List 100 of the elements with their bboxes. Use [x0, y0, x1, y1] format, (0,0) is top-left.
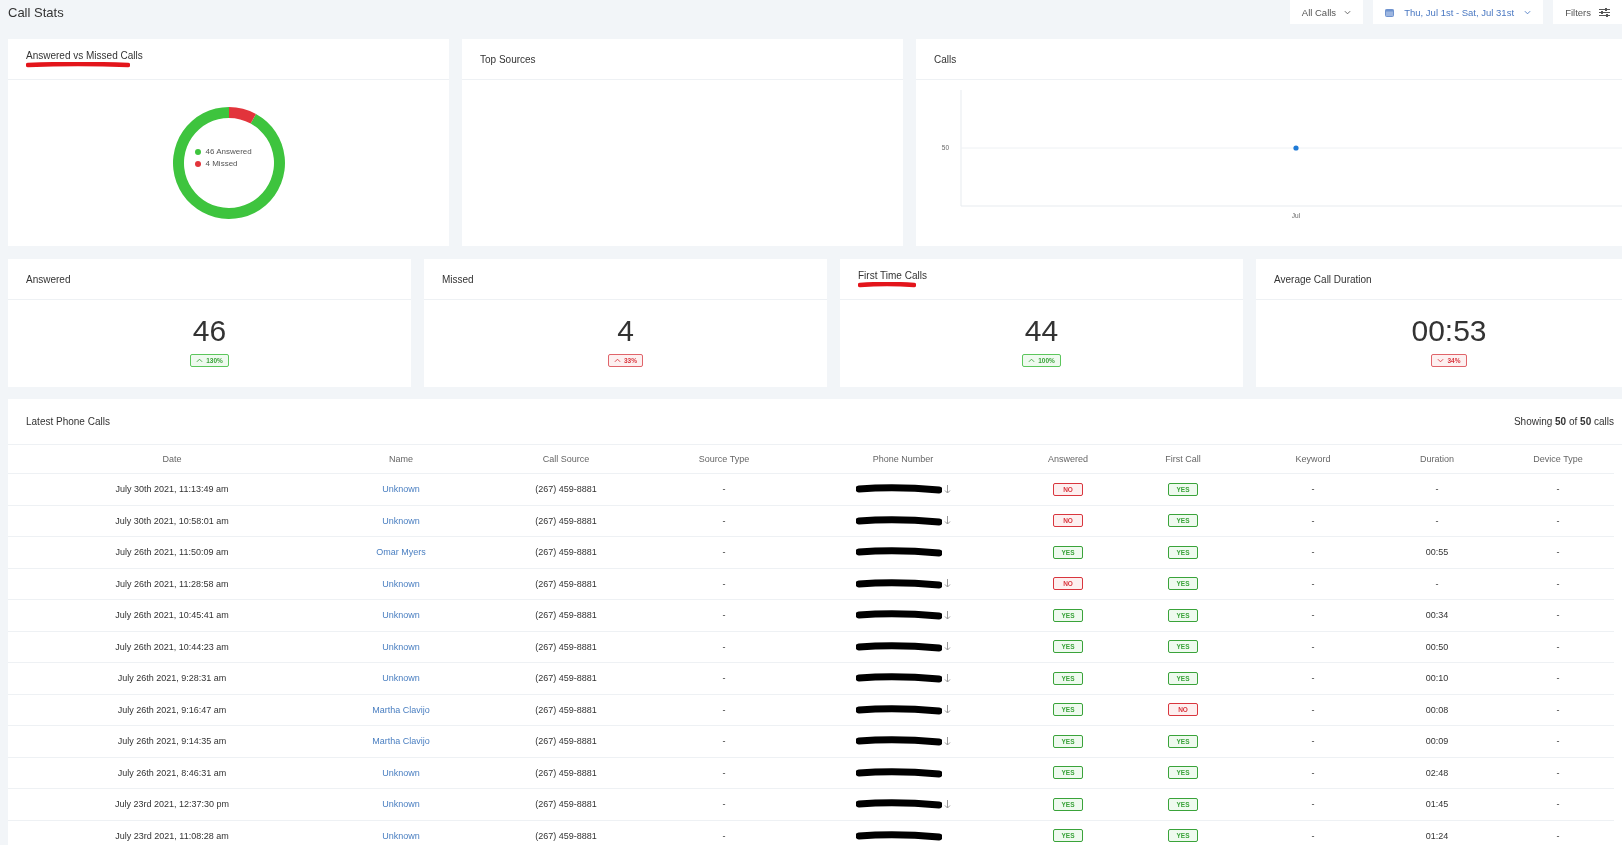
column-header[interactable]: Phone Number — [782, 445, 1024, 474]
caller-name-link[interactable]: Unknown — [382, 578, 420, 589]
table-cell: - — [1254, 820, 1372, 845]
table-cell: - — [1254, 726, 1372, 758]
table-cell: July 26th 2021, 9:28:31 am — [8, 663, 336, 695]
table-cell: - — [1502, 694, 1614, 726]
table-cell: (267) 459-8881 — [466, 631, 666, 663]
table-cell: (267) 459-8881 — [466, 568, 666, 600]
table-cell: July 26th 2021, 8:46:31 am — [8, 757, 336, 789]
chevron-down-icon — [1524, 8, 1532, 16]
table-cell: 00:08 — [1372, 694, 1502, 726]
table-cell: (267) 459-8881 — [466, 694, 666, 726]
table-cell: - — [666, 726, 782, 758]
table-title: Latest Phone Calls — [26, 416, 110, 427]
legend-label: 46 Answered — [205, 147, 252, 156]
table-cell: - — [1502, 600, 1614, 632]
table-cell: 00:10 — [1372, 663, 1502, 695]
table-cell: 00:34 — [1372, 600, 1502, 632]
table-cell: - — [666, 600, 782, 632]
legend-label: 4 Missed — [205, 159, 238, 168]
column-header[interactable]: Date — [8, 445, 336, 474]
table-cell: July 23rd 2021, 12:37:30 pm — [8, 789, 336, 821]
call-filter-dropdown[interactable]: All Calls — [1289, 0, 1364, 24]
date-range-picker[interactable]: Thu, Jul 1st - Sat, Jul 31st — [1373, 0, 1544, 24]
caller-name-link[interactable]: Unknown — [382, 673, 420, 684]
result-count: Showing 50 of 50 calls — [1513, 416, 1614, 427]
table-cell: - — [1254, 663, 1372, 695]
table-cell: July 30th 2021, 10:58:01 am — [8, 505, 336, 537]
table-cell: July 26th 2021, 10:44:23 am — [8, 631, 336, 663]
data-point — [1293, 145, 1299, 151]
caller-name-link[interactable]: Unknown — [382, 484, 420, 495]
caller-name-link[interactable]: Unknown — [382, 830, 420, 841]
table-cell: - — [1372, 474, 1502, 506]
table-cell: - — [666, 568, 782, 600]
table-cell: - — [1502, 789, 1614, 821]
table-cell: - — [1254, 537, 1372, 569]
table-cell: - — [1254, 757, 1372, 789]
table-cell: (267) 459-8881 — [466, 757, 666, 789]
table-cell: - — [1254, 505, 1372, 537]
table-cell: (267) 459-8881 — [466, 600, 666, 632]
table-cell: July 30th 2021, 11:13:49 am — [8, 474, 336, 506]
table-cell: - — [1372, 568, 1502, 600]
caller-name-link[interactable]: Unknown — [382, 515, 420, 526]
column-header[interactable]: Keyword — [1254, 445, 1372, 474]
column-header[interactable]: Duration — [1372, 445, 1502, 474]
sliders-icon — [1599, 7, 1610, 17]
stat-value: 00:53 — [1411, 314, 1487, 348]
filters-button[interactable]: Filters — [1553, 0, 1622, 24]
table-cell: - — [1502, 820, 1614, 845]
table-cell: - — [1254, 474, 1372, 506]
table-cell: - — [1254, 694, 1372, 726]
stat-value: 46 — [192, 314, 227, 348]
table-cell: - — [1254, 568, 1372, 600]
table-cell: (267) 459-8881 — [466, 820, 666, 845]
column-header[interactable]: Call Source — [466, 445, 666, 474]
column-header[interactable]: Source Type — [666, 445, 782, 474]
table-cell: - — [1502, 568, 1614, 600]
card-title: Answered vs Missed Calls — [26, 50, 143, 61]
table-cell: July 26th 2021, 11:28:58 am — [8, 568, 336, 600]
table-cell: - — [1502, 537, 1614, 569]
card-title: First Time Calls — [858, 270, 927, 281]
table-cell: (267) 459-8881 — [466, 726, 666, 758]
caller-name-link[interactable]: Unknown — [382, 799, 420, 810]
caller-name-link[interactable]: Omar Myers — [376, 547, 426, 558]
card-title: Missed — [442, 273, 474, 285]
table-cell: July 23rd 2021, 11:08:28 am — [8, 820, 336, 845]
caller-name-link[interactable]: Martha Clavijo — [372, 736, 430, 747]
card-title: Top Sources — [480, 53, 536, 65]
table-cell: - — [666, 694, 782, 726]
table-cell: - — [1254, 789, 1372, 821]
chevron-down-icon — [1344, 8, 1352, 16]
table-cell: - — [666, 505, 782, 537]
table-cell: (267) 459-8881 — [466, 474, 666, 506]
table-cell: July 26th 2021, 11:50:09 am — [8, 537, 336, 569]
caller-name-link[interactable]: Unknown — [382, 610, 420, 621]
page-title: Call Stats — [8, 4, 65, 20]
table-cell: (267) 459-8881 — [466, 505, 666, 537]
table-cell: 00:55 — [1372, 537, 1502, 569]
card-title: Average Call Duration — [1274, 273, 1372, 285]
table-cell: - — [1254, 600, 1372, 632]
caller-name-link[interactable]: Martha Clavijo — [372, 704, 430, 715]
table-cell: - — [1502, 726, 1614, 758]
caller-name-link[interactable]: Unknown — [382, 767, 420, 778]
table-cell: - — [666, 474, 782, 506]
caller-name-link[interactable]: Unknown — [382, 641, 420, 652]
table-cell: - — [1502, 474, 1614, 506]
column-header[interactable]: Name — [336, 445, 466, 474]
table-cell: 00:09 — [1372, 726, 1502, 758]
table-cell: (267) 459-8881 — [466, 663, 666, 695]
table-cell: - — [1502, 663, 1614, 695]
table-cell: (267) 459-8881 — [466, 537, 666, 569]
column-header[interactable]: Device Type — [1502, 445, 1614, 474]
table-cell: 00:50 — [1372, 631, 1502, 663]
table-cell: July 26th 2021, 9:14:35 am — [8, 726, 336, 758]
table-cell: - — [1502, 757, 1614, 789]
column-header[interactable]: First Call — [1112, 445, 1254, 474]
table-cell: - — [666, 663, 782, 695]
table-cell: (267) 459-8881 — [466, 789, 666, 821]
column-header[interactable]: Answered — [1024, 445, 1112, 474]
table-cell: 01:45 — [1372, 789, 1502, 821]
